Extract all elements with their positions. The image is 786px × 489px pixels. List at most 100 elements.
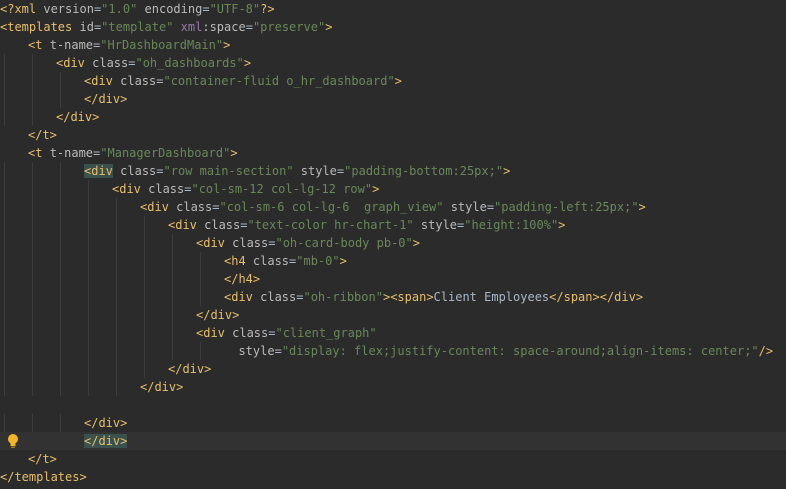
code-token: class: [204, 218, 241, 232]
code-line[interactable]: <t t-name="HrDashboardMain">: [0, 36, 786, 54]
code-line[interactable]: <div class="oh-card-body pb-0">: [0, 234, 786, 252]
code-token: <templates: [0, 20, 80, 34]
code-line[interactable]: <div class="text-color hr-chart-1" style…: [0, 216, 786, 234]
code-token: ?>: [260, 2, 275, 16]
code-token: <div: [196, 326, 233, 340]
code-token: >: [503, 164, 511, 178]
code-line[interactable]: [0, 396, 786, 414]
code-token: =: [202, 2, 210, 16]
code-token: t-name: [49, 38, 94, 52]
code-token: >: [638, 200, 646, 214]
code-line[interactable]: <div class="col-sm-12 col-lg-12 row">: [0, 180, 786, 198]
code-token: "row main-section": [163, 164, 294, 178]
code-token: class: [148, 182, 185, 196]
code-line[interactable]: </div>: [0, 414, 786, 432]
code-token: >: [223, 38, 231, 52]
code-line[interactable]: </div>: [0, 378, 786, 396]
code-token: "oh-ribbon": [303, 290, 383, 304]
code-line[interactable]: </templates>: [0, 468, 786, 486]
code-token: <?xml: [0, 2, 44, 16]
code-token: t-name: [49, 146, 94, 160]
code-token: "preserve": [252, 20, 326, 34]
code-token: "text-color hr-chart-1": [247, 218, 414, 232]
code-token: class: [120, 74, 157, 88]
code-line[interactable]: <div class="oh-ribbon"><span>Client Empl…: [0, 288, 786, 306]
code-line[interactable]: <div class="container-fluid o_hr_dashboa…: [0, 72, 786, 90]
code-token: <div: [112, 182, 149, 196]
code-token: "col-sm-6 col-lg-6 graph_view": [219, 200, 444, 214]
code-token: <div: [84, 164, 113, 178]
code-token: class: [232, 236, 269, 250]
code-token: class: [232, 326, 269, 340]
code-token: </div>: [84, 434, 128, 448]
code-line[interactable]: <?xml version="1.0" encoding="UTF-8"?>: [0, 0, 786, 18]
code-token: style: [420, 218, 458, 232]
code-token: <div: [168, 218, 205, 232]
code-line[interactable]: <templates id="template" xml:space="pres…: [0, 18, 786, 36]
code-token: "ManagerDashboard": [100, 146, 231, 160]
code-line[interactable]: <div class="client_graph": [0, 324, 786, 342]
code-token: "template": [101, 20, 174, 34]
code-token: ><span>: [382, 290, 434, 304]
code-token: xml: [180, 20, 203, 34]
code-line[interactable]: <div class="row main-section" style="pad…: [0, 162, 786, 180]
code-line[interactable]: </div>: [0, 108, 786, 126]
code-token: =: [245, 20, 253, 34]
code-token: style: [450, 200, 487, 214]
code-line[interactable]: </div>: [0, 360, 786, 378]
code-token: </t>: [28, 128, 57, 142]
code-line[interactable]: <h4 class="mb-0">: [0, 252, 786, 270]
code-token: "display: flex;justify-content: space-ar…: [281, 344, 759, 358]
code-token: </div>: [84, 92, 128, 106]
code-line[interactable]: style="display: flex;justify-content: sp…: [0, 342, 786, 360]
code-token: >: [243, 56, 252, 70]
code-token: />: [758, 344, 774, 358]
code-token: >: [412, 236, 420, 250]
code-line[interactable]: <t t-name="ManagerDashboard">: [0, 144, 786, 162]
code-token: "mb-0": [296, 254, 340, 268]
code-token: </div>: [56, 110, 100, 124]
code-line[interactable]: </t>: [0, 450, 786, 468]
code-token: <div: [56, 56, 93, 70]
code-token: </div>: [84, 416, 128, 430]
code-token: style: [300, 164, 337, 178]
code-line[interactable]: <div class="oh_dashboards">: [0, 54, 786, 72]
code-token: =: [274, 344, 282, 358]
code-token: >: [372, 182, 380, 196]
code-token: </h4>: [224, 272, 261, 286]
code-line[interactable]: </div>: [0, 306, 786, 324]
code-token: =: [156, 164, 164, 178]
code-token: </div>: [196, 308, 240, 322]
code-token: <div: [196, 236, 233, 250]
code-token: id: [79, 20, 94, 34]
code-token: class: [92, 56, 129, 70]
code-token: >: [558, 218, 566, 232]
code-line[interactable]: </div>: [0, 432, 786, 450]
code-line[interactable]: </div>: [0, 90, 786, 108]
code-line[interactable]: <div class = "col-sm-6 col-lg-6 graph_view…: [0, 198, 786, 216]
code-token: "1.0": [101, 2, 138, 16]
code-token: </t>: [28, 452, 57, 466]
code-token: class: [120, 164, 157, 178]
code-token: style: [238, 344, 275, 358]
code-token: "height:100%": [464, 218, 559, 232]
code-token: version: [43, 2, 94, 16]
code-token: >: [230, 146, 238, 160]
code-token: >: [394, 74, 402, 88]
code-token: <div: [140, 200, 177, 214]
code-token: >: [339, 254, 347, 268]
code-line[interactable]: </h4>: [0, 270, 786, 288]
code-line[interactable]: </t>: [0, 126, 786, 144]
code-token: </templates>: [0, 470, 87, 484]
lightbulb-intention-icon[interactable]: [7, 433, 19, 449]
code-token: "padding-left:25px;": [494, 200, 639, 214]
code-token: :space: [202, 20, 246, 34]
code-token: Client Employees: [433, 290, 550, 304]
code-token: "oh_dashboards": [135, 56, 244, 70]
code-editor[interactable]: <?xml version="1.0" encoding="UTF-8"?> <t…: [0, 0, 786, 489]
code-token: </span></div>: [549, 290, 644, 304]
code-token: "UTF-8": [209, 2, 261, 16]
